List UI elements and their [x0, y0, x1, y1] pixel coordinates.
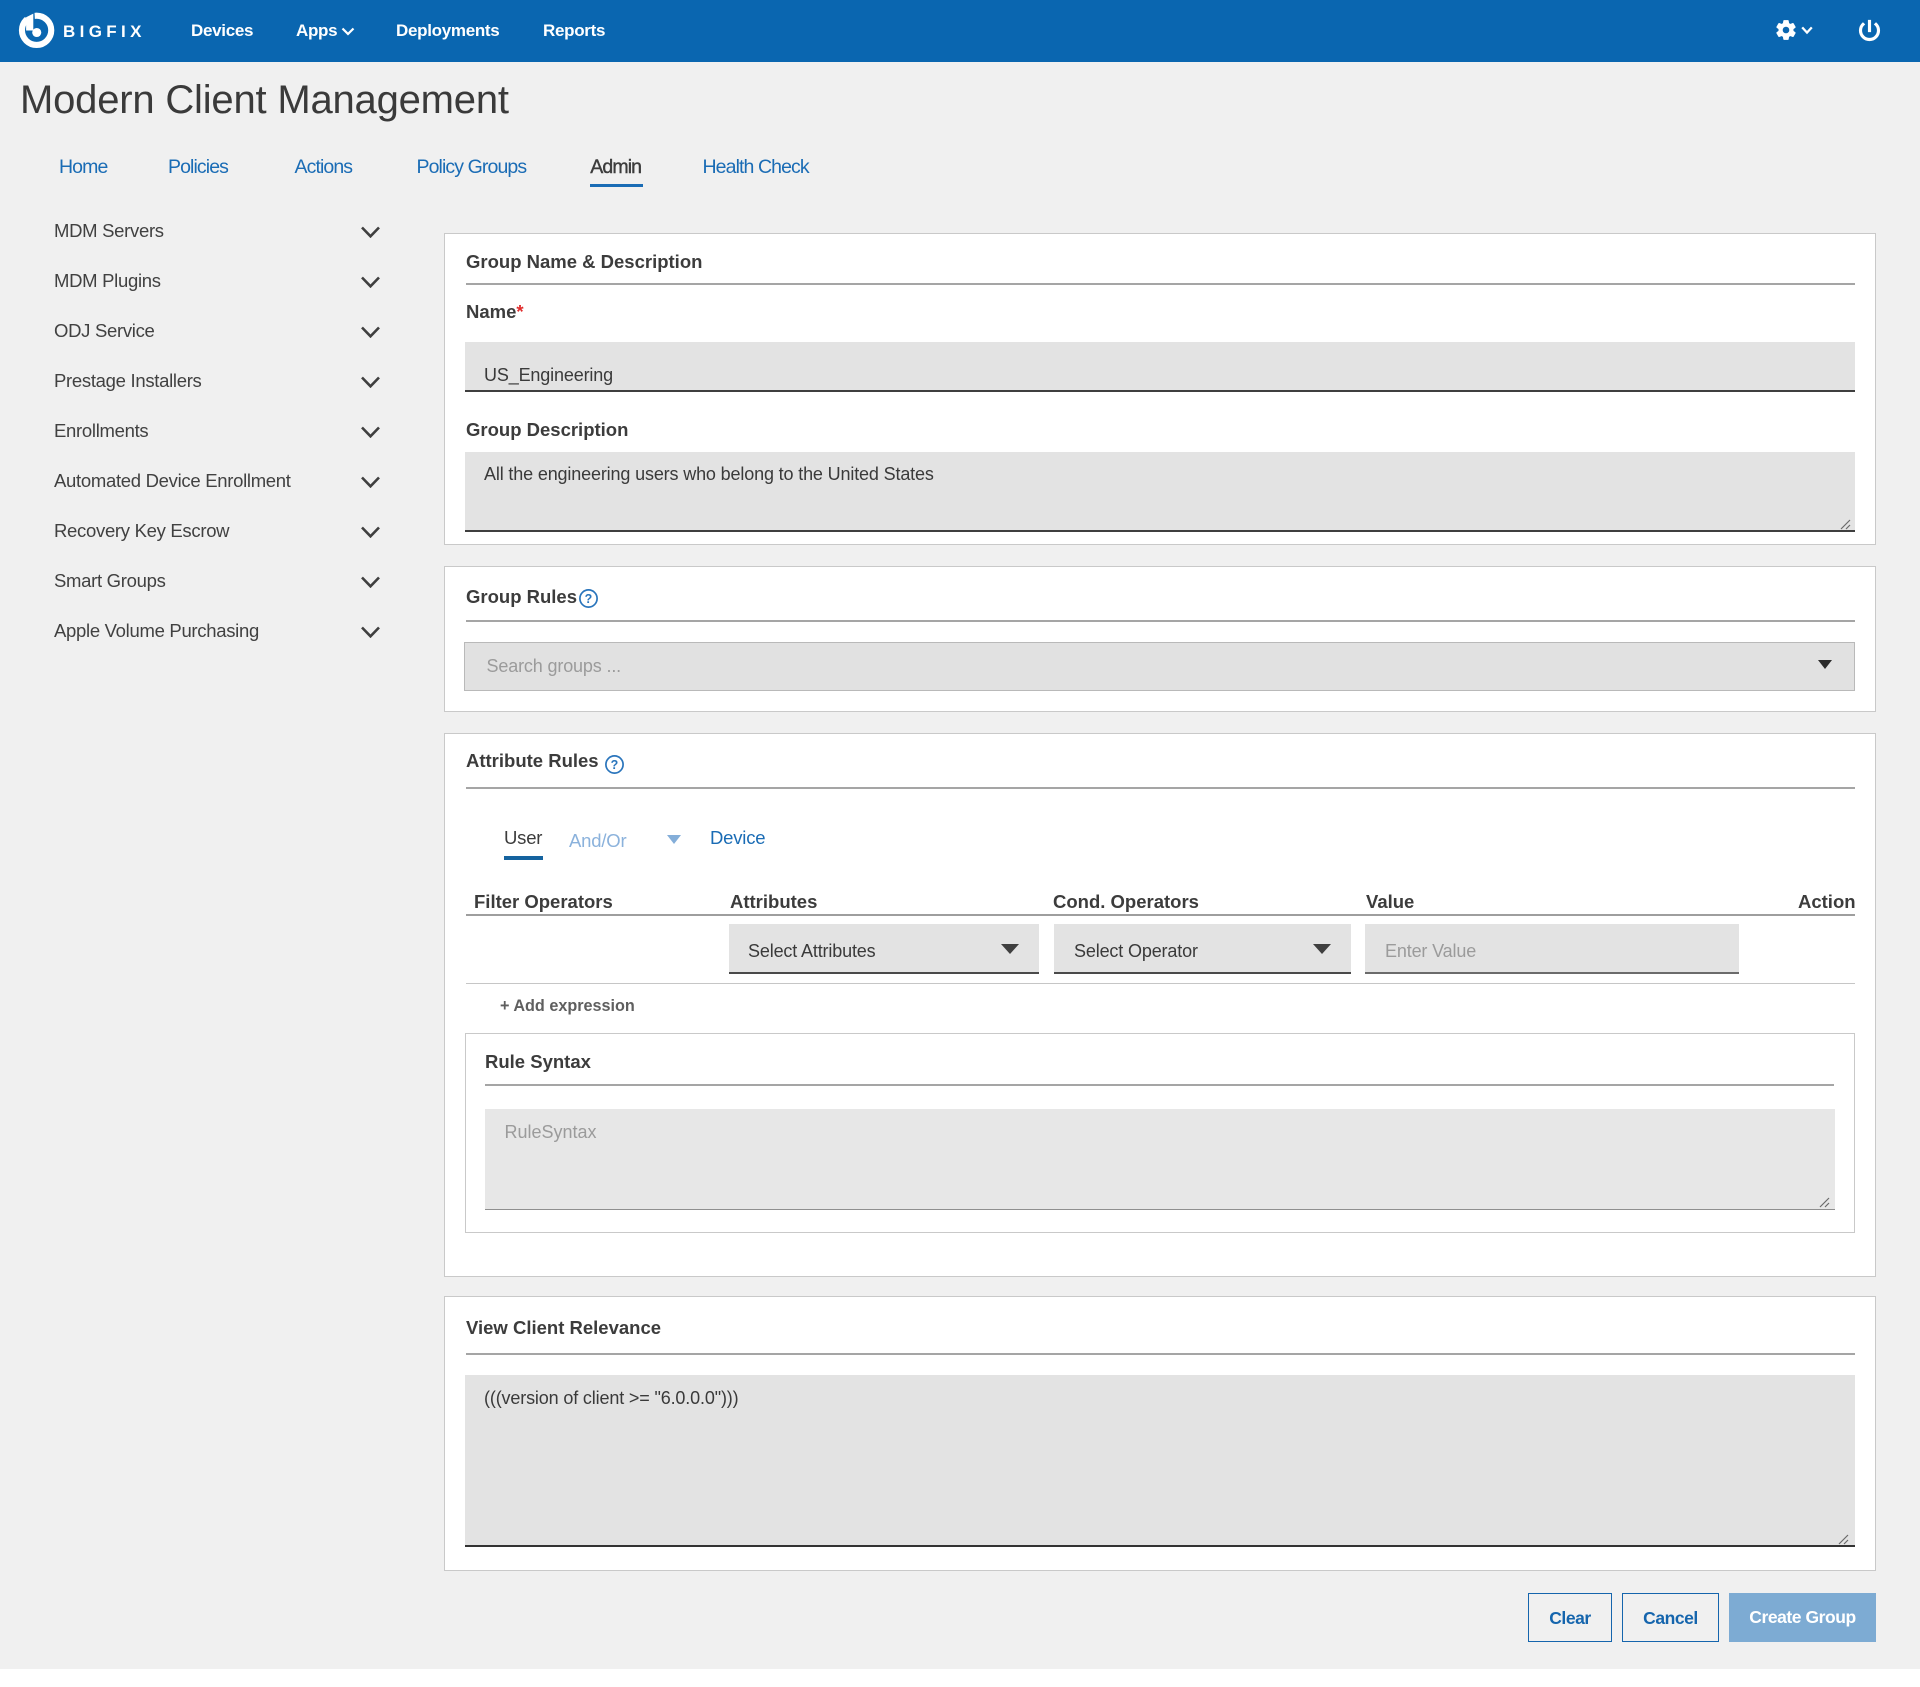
svg-text:?: ? [585, 591, 593, 605]
svg-text:?: ? [610, 758, 618, 772]
